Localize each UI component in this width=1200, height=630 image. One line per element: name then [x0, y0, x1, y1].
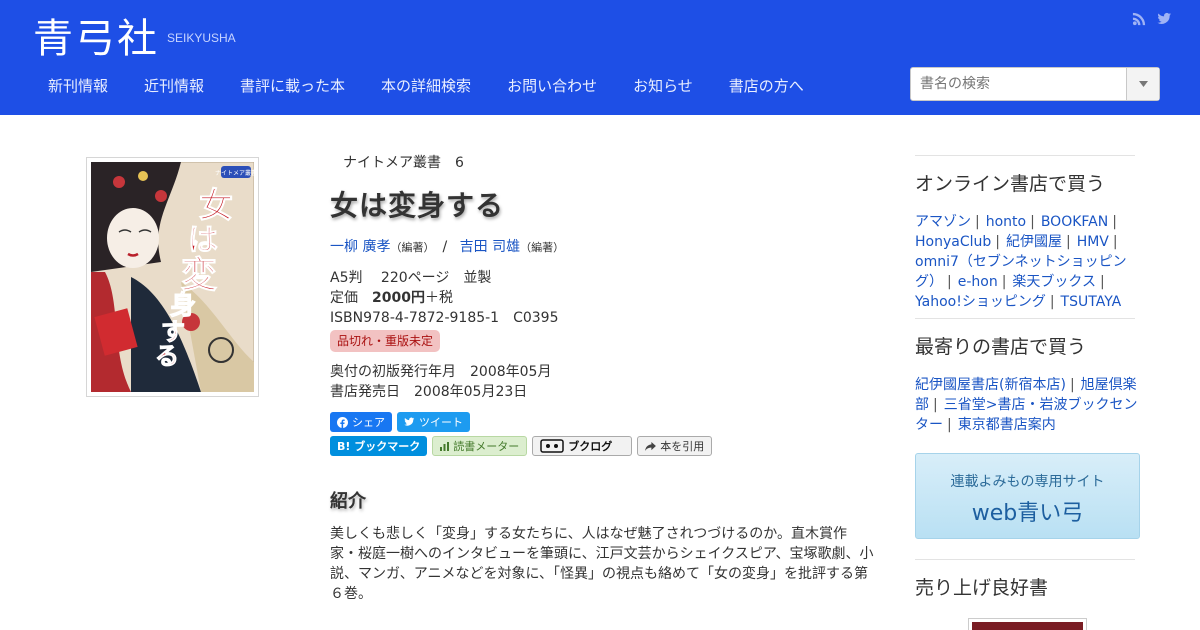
store-link-tokyo-guide[interactable]: 東京都書店案内 — [958, 417, 1056, 433]
nav-contact[interactable]: お問い合わせ — [489, 64, 615, 106]
store-link-honyaclub[interactable]: HonyaClub — [915, 234, 991, 250]
store-link-ehon[interactable]: e-hon — [958, 274, 998, 290]
book-authors: 一柳 廣孝（編著） / 吉田 司雄（編著） — [330, 236, 875, 256]
book-price: 定価 2000円＋税 — [330, 290, 453, 306]
main-nav: 新刊情報 近刊情報 書評に載った本 本の詳細検索 お問い合わせ お知らせ 書店の… — [30, 64, 822, 106]
sidebar: オンライン書店で買う アマゾン | honto | BOOKFAN | HonyaClub… — [915, 155, 1140, 600]
author-role: （編著） — [390, 241, 435, 254]
divider — [915, 318, 1135, 319]
bar-chart-icon — [440, 441, 450, 451]
banner-title: web青い弓 — [971, 501, 1084, 526]
divider — [915, 155, 1135, 156]
price-value: 2000円 — [372, 290, 425, 306]
banner-subtitle: 連載よみもの専用サイト — [950, 474, 1105, 490]
search-input[interactable] — [911, 68, 1127, 100]
nav-new-releases[interactable]: 新刊情報 — [30, 64, 126, 106]
author-link[interactable]: 吉田 司雄 — [460, 239, 520, 255]
nav-advanced-search[interactable]: 本の詳細検索 — [363, 64, 489, 106]
rss-icon[interactable] — [1132, 11, 1147, 26]
title-search — [910, 67, 1160, 101]
store-link-honto[interactable]: honto — [986, 214, 1026, 230]
first-edition-date: 奥付の初版発行年月 2008年05月 — [330, 364, 552, 380]
book-dates: 奥付の初版発行年月 2008年05月 書店発売日 2008年05月23日 — [330, 362, 875, 402]
divider — [915, 559, 1135, 560]
facebook-icon — [337, 416, 348, 428]
search-dropdown-button[interactable] — [1126, 68, 1159, 100]
hatena-bookmark-button[interactable]: B! ブックマーク — [330, 436, 428, 456]
cite-button[interactable]: 本を引用 — [637, 436, 713, 456]
booklog-button[interactable]: ブクログ — [532, 436, 633, 456]
store-link-bookfan[interactable]: BOOKFAN — [1041, 214, 1108, 230]
author-separator: / — [442, 239, 448, 255]
book-cover[interactable]: ナイトメア叢書 女 は 変 身 す る — [86, 157, 259, 397]
nav-upcoming[interactable]: 近刊情報 — [126, 64, 222, 106]
author-role: （編著） — [520, 241, 565, 254]
social-icons — [1132, 11, 1172, 26]
release-date: 書店発売日 2008年05月23日 — [330, 384, 528, 400]
store-link-hmv[interactable]: HMV — [1077, 234, 1109, 250]
nav-reviewed-books[interactable]: 書評に載った本 — [222, 64, 363, 106]
author-link[interactable]: 一柳 廣孝 — [330, 239, 390, 255]
intro-heading: 紹介 — [330, 491, 366, 512]
svg-text:女: 女 — [199, 186, 233, 226]
twitter-icon — [404, 417, 415, 426]
dokusho-meter-button[interactable]: 読書メーター — [432, 436, 528, 456]
book-series[interactable]: ナイトメア叢書 6 — [343, 152, 875, 172]
twitter-icon[interactable] — [1157, 11, 1172, 26]
status-badge: 品切れ・重版未定 — [330, 330, 441, 352]
store-link-yahoo[interactable]: Yahoo!ショッピング — [915, 294, 1046, 310]
intro-text: 美しくも悲しく「変身」する女たちに、人はなぜ魅了されつづけるのか。直木賞作家・桜… — [330, 526, 874, 602]
cover-brand: ナイトメア叢書 — [215, 169, 254, 177]
nearby-stores-heading: 最寄りの書店で買う — [915, 336, 1087, 358]
tweet-button[interactable]: ツイート — [397, 412, 470, 432]
bestseller-heading: 売り上げ良好書 — [915, 577, 1049, 599]
cover-image: ナイトメア叢書 女 は 変 身 す る — [90, 161, 257, 393]
svg-text:変: 変 — [181, 254, 217, 296]
nav-for-bookstores[interactable]: 書店の方へ — [711, 64, 822, 106]
online-stores-heading: オンライン書店で買う — [915, 173, 1106, 195]
share-row-1: シェア ツイート — [330, 412, 875, 432]
book-title: 女は変身する — [330, 189, 505, 222]
nearby-store-links: 紀伊國屋書店(新宿本店) | 旭屋倶楽部 | 三省堂>書店・岩波ブックセンター | 東京都書… — [915, 377, 1138, 433]
book-specs: A5判 220ページ 並製 定価 2000円＋税 ISBN978-4-7872-… — [330, 268, 875, 352]
caret-down-icon — [1138, 81, 1148, 87]
store-link-kinokuniya[interactable]: 紀伊國屋 — [1006, 234, 1062, 250]
book-detail: ナイトメア叢書 6 女は変身する 一柳 廣孝（編著） / 吉田 司雄（編著） A5… — [330, 150, 875, 630]
site-logo[interactable]: 青弓社 — [33, 6, 159, 64]
web-aoiyumi-banner[interactable]: 連載よみもの専用サイト web青い弓 — [915, 453, 1140, 539]
facebook-share-button[interactable]: シェア — [330, 412, 392, 432]
svg-text:は: は — [188, 223, 218, 258]
nav-news[interactable]: お知らせ — [615, 64, 711, 106]
share-arrow-icon — [645, 441, 657, 451]
book-isbn: ISBN978-4-7872-9185-1 C0395 — [330, 310, 559, 326]
svg-text:る: る — [155, 341, 179, 370]
store-link-rakuten[interactable]: 楽天ブックス — [1012, 274, 1096, 290]
site-header: 青弓社 SEIKYUSHA 新刊情報 近刊情報 書評に載った本 本の詳細検索 お… — [0, 0, 1200, 115]
online-store-links: アマゾン | honto | BOOKFAN | HonyaClub | 紀伊國屋 | HMV | … — [915, 214, 1127, 310]
bestseller-book-thumbnail[interactable] — [968, 618, 1087, 630]
store-link-amazon[interactable]: アマゾン — [915, 214, 971, 230]
store-link-kinokuniya-shinjuku[interactable]: 紀伊國屋書店(新宿本店) — [915, 377, 1066, 393]
store-link-tsutaya[interactable]: TSUTAYA — [1061, 294, 1122, 310]
share-row-2: B! ブックマーク 読書メーター ブクログ 本を引用 — [330, 436, 875, 456]
site-logo-subtitle: SEIKYUSHA — [167, 31, 236, 45]
book-format: A5判 220ページ 並製 — [330, 270, 492, 286]
booklog-icon — [540, 439, 564, 453]
